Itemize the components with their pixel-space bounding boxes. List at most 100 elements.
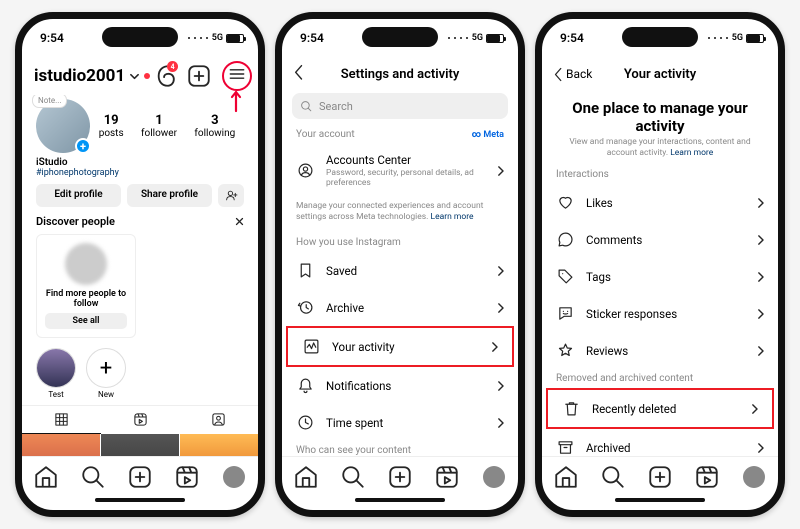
nav-profile[interactable] bbox=[481, 464, 507, 490]
archive-icon bbox=[557, 439, 574, 456]
reels-icon bbox=[174, 464, 200, 490]
nav-search[interactable] bbox=[340, 464, 366, 490]
star-icon bbox=[557, 342, 574, 359]
post-thumb[interactable] bbox=[22, 434, 100, 456]
posts-grid bbox=[22, 434, 258, 456]
nav-search[interactable] bbox=[80, 464, 106, 490]
phone-profile: 9:54 5G istudio2001 4 bbox=[15, 12, 265, 517]
nav-search[interactable] bbox=[600, 464, 626, 490]
tag-icon bbox=[557, 268, 574, 285]
threads-button[interactable]: 4 bbox=[150, 63, 176, 89]
profile-content: istudio2001 4 bbox=[22, 57, 258, 456]
threads-badge: 4 bbox=[167, 61, 178, 72]
your-activity-highlight: Your activity bbox=[286, 326, 514, 367]
nav-profile[interactable] bbox=[221, 464, 247, 490]
clock-icon bbox=[297, 414, 314, 431]
learn-more-link[interactable]: Learn more bbox=[431, 212, 474, 222]
stat-following[interactable]: 3following bbox=[194, 113, 235, 139]
highlight-new[interactable]: +New bbox=[86, 348, 126, 399]
page-title: Your activity bbox=[554, 67, 766, 82]
heart-icon bbox=[557, 194, 574, 211]
comment-icon bbox=[557, 231, 574, 248]
row-saved[interactable]: Saved bbox=[282, 252, 518, 289]
menu-button[interactable] bbox=[227, 64, 247, 88]
discover-people-button[interactable] bbox=[218, 184, 244, 207]
see-all-button[interactable]: See all bbox=[45, 313, 127, 329]
row-your-activity[interactable]: Your activity bbox=[288, 328, 512, 365]
profile-avatar[interactable]: Note... + bbox=[36, 99, 90, 153]
dynamic-island bbox=[102, 27, 178, 47]
row-accounts-center[interactable]: Accounts CenterPassword, security, perso… bbox=[282, 144, 518, 197]
nav-home[interactable] bbox=[553, 464, 579, 490]
recently-deleted-highlight: Recently deleted bbox=[546, 388, 774, 429]
create-button[interactable] bbox=[186, 63, 212, 89]
edit-profile-button[interactable]: Edit profile bbox=[36, 184, 121, 207]
suggestion-card[interactable]: Find more people to follow See all bbox=[36, 234, 136, 338]
row-notifications[interactable]: Notifications bbox=[282, 367, 518, 404]
activity-icon bbox=[303, 338, 320, 355]
chevron-down-icon bbox=[129, 71, 140, 82]
nav-reels[interactable] bbox=[174, 464, 200, 490]
nav-home[interactable] bbox=[293, 464, 319, 490]
share-profile-button[interactable]: Share profile bbox=[127, 184, 212, 207]
row-tags[interactable]: Tags bbox=[542, 258, 778, 295]
row-time-spent[interactable]: Time spent bbox=[282, 404, 518, 441]
plus-square-icon bbox=[127, 464, 153, 490]
battery-icon bbox=[226, 34, 244, 43]
row-sticker[interactable]: Sticker responses bbox=[542, 295, 778, 332]
phone-settings: 9:54 5G Settings and activity Search You… bbox=[275, 12, 525, 517]
nav-create[interactable] bbox=[127, 464, 153, 490]
post-thumb[interactable] bbox=[180, 434, 258, 456]
nav-create[interactable] bbox=[387, 464, 413, 490]
post-thumb[interactable] bbox=[101, 434, 179, 456]
stat-posts[interactable]: 19posts bbox=[99, 113, 124, 139]
phone-your-activity: 9:54 5G Back Your activity One place to … bbox=[535, 12, 785, 517]
tab-tagged[interactable] bbox=[179, 406, 258, 434]
nav-home[interactable] bbox=[33, 464, 59, 490]
row-reviews[interactable]: Reviews bbox=[542, 332, 778, 369]
clock-arrow-icon bbox=[297, 299, 314, 316]
avatar-icon bbox=[223, 466, 245, 488]
chevron-right-icon bbox=[497, 166, 504, 176]
dynamic-island bbox=[362, 27, 438, 47]
close-x-icon[interactable] bbox=[235, 217, 244, 226]
learn-more-link[interactable]: Learn more bbox=[670, 148, 713, 158]
tab-bar bbox=[22, 456, 258, 496]
hamburger-icon bbox=[227, 64, 247, 84]
trash-icon bbox=[563, 400, 580, 417]
meta-logo: ∞ Meta bbox=[472, 130, 504, 140]
bio-hashtag[interactable]: #iphonephotography bbox=[36, 168, 244, 178]
nav-create[interactable] bbox=[647, 464, 673, 490]
reels-icon bbox=[133, 412, 148, 427]
sticker-icon bbox=[557, 305, 574, 322]
note-bubble[interactable]: Note... bbox=[32, 95, 67, 108]
username-dropdown[interactable]: istudio2001 bbox=[34, 66, 150, 86]
row-archive[interactable]: Archive bbox=[282, 289, 518, 326]
row-likes[interactable]: Likes bbox=[542, 184, 778, 221]
stat-followers[interactable]: 1follower bbox=[141, 113, 177, 139]
tab-posts[interactable] bbox=[22, 406, 101, 434]
highlight-test[interactable]: Test bbox=[36, 348, 76, 399]
profile-stats: 19posts 1follower 3following bbox=[90, 113, 244, 139]
bell-icon bbox=[297, 377, 314, 394]
nav-profile[interactable] bbox=[741, 464, 767, 490]
add-story-plus[interactable]: + bbox=[75, 138, 91, 154]
tab-reels[interactable] bbox=[101, 406, 180, 434]
row-recently-deleted[interactable]: Recently deleted bbox=[548, 390, 772, 427]
search-icon bbox=[300, 100, 313, 113]
search-icon bbox=[80, 464, 106, 490]
nav-reels[interactable] bbox=[694, 464, 720, 490]
tagged-icon bbox=[211, 412, 226, 427]
search-input[interactable]: Search bbox=[292, 93, 508, 119]
row-archived[interactable]: Archived bbox=[542, 429, 778, 456]
nav-reels[interactable] bbox=[434, 464, 460, 490]
page-title: Settings and activity bbox=[294, 67, 506, 82]
bookmark-icon bbox=[297, 262, 314, 279]
menu-button-highlight bbox=[222, 61, 252, 91]
person-circle-icon bbox=[297, 162, 314, 179]
row-comments[interactable]: Comments bbox=[542, 221, 778, 258]
status-right: 5G bbox=[188, 33, 244, 43]
status-time: 9:54 bbox=[40, 31, 64, 45]
status-net: 5G bbox=[212, 33, 223, 43]
home-indicator bbox=[22, 496, 258, 510]
